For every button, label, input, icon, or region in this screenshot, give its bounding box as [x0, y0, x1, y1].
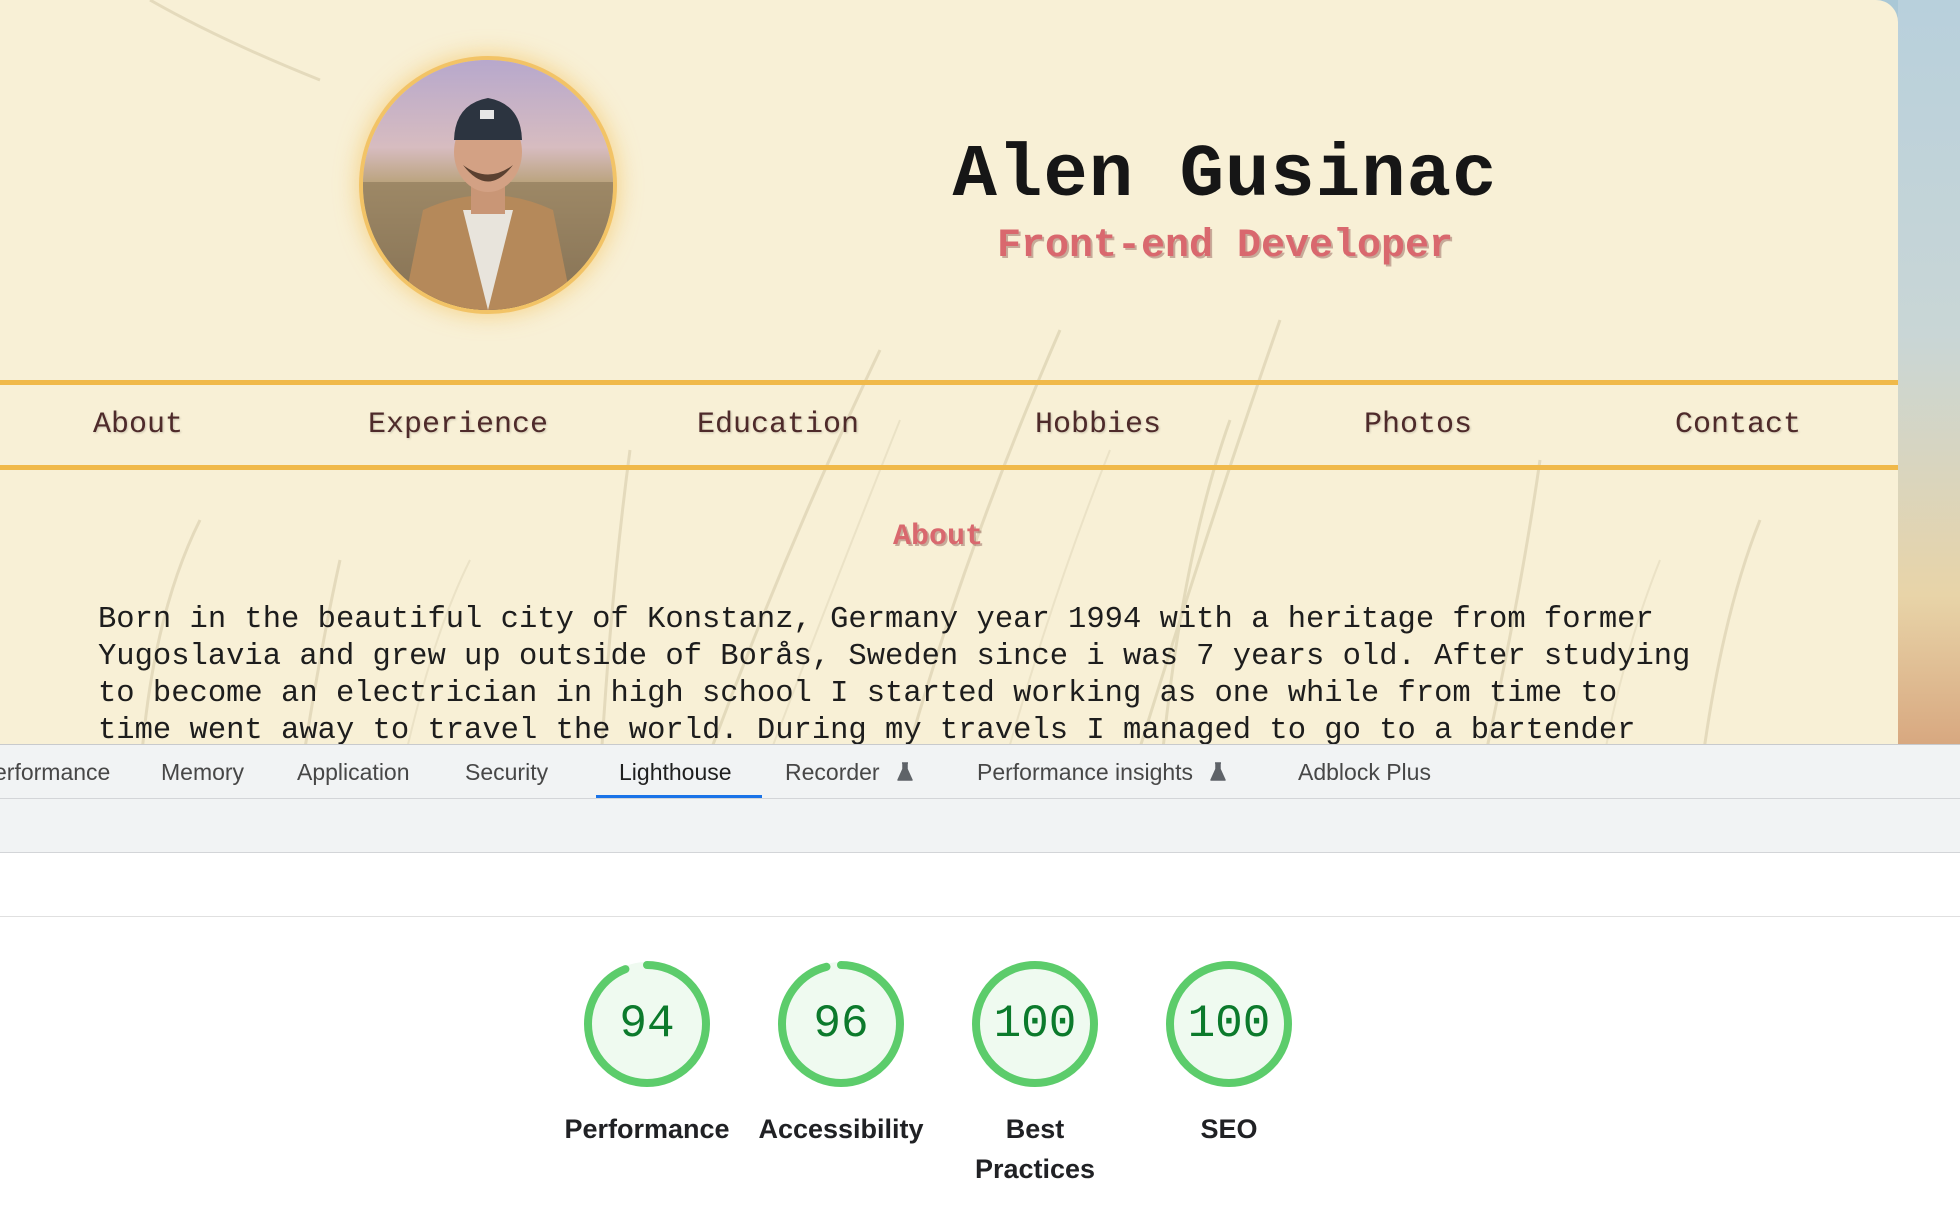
web-page-viewport: Alen Gusinac Front-end Developer About E… [0, 0, 1960, 744]
score-gauge-seo[interactable]: 100 SEO [1144, 957, 1314, 1149]
score-label: SEO [1200, 1114, 1258, 1144]
about-paragraph: Born in the beautiful city of Konstanz, … [98, 603, 1691, 744]
gauge-ring: 96 [774, 957, 908, 1091]
score-value: 96 [813, 998, 869, 1050]
nav-link-hobbies[interactable]: Hobbies [938, 385, 1258, 465]
lighthouse-report-url-bar [0, 853, 1960, 917]
tab-memory[interactable]: Memory [161, 745, 244, 799]
site-owner-name: Alen Gusinac [952, 134, 1498, 218]
site-card: Alen Gusinac Front-end Developer About E… [0, 0, 1898, 744]
site-navigation: About Experience Education Hobbies Photo… [0, 380, 1898, 470]
tab-performance-insights[interactable]: Performance insights [977, 745, 1227, 799]
tab-lighthouse[interactable]: Lighthouse [619, 745, 732, 799]
lighthouse-toolbar [0, 799, 1960, 853]
nav-link-photos[interactable]: Photos [1258, 385, 1578, 465]
score-label: Performance [564, 1114, 730, 1144]
screen: Alen Gusinac Front-end Developer About E… [0, 0, 1960, 1226]
score-gauge-best-practices[interactable]: 100 Best Practices [950, 957, 1120, 1189]
gauge-ring: 100 [968, 957, 1102, 1091]
score-value: 100 [993, 998, 1077, 1050]
devtools-panel: erformance Memory Application Security L… [0, 744, 1960, 1226]
gauge-ring: 100 [1162, 957, 1296, 1091]
nav-link-contact[interactable]: Contact [1578, 385, 1898, 465]
tab-performance[interactable]: erformance [0, 745, 110, 799]
score-label: Accessibility [758, 1114, 924, 1144]
tab-security[interactable]: Security [465, 745, 548, 799]
nav-link-education[interactable]: Education [618, 385, 938, 465]
gauge-ring: 94 [580, 957, 714, 1091]
profile-avatar [363, 60, 613, 310]
score-gauge-accessibility[interactable]: 96 Accessibility [756, 957, 926, 1149]
nav-link-experience[interactable]: Experience [298, 385, 618, 465]
site-owner-role: Front-end Developer [996, 224, 1454, 269]
flask-icon [897, 762, 913, 781]
score-value: 94 [619, 998, 675, 1050]
score-label: Best Practices [974, 1114, 1096, 1184]
devtools-tab-bar: erformance Memory Application Security L… [0, 745, 1960, 799]
about-heading: About [892, 520, 983, 554]
tab-performance-insights-label: Performance insights [977, 759, 1194, 785]
tab-adblock-plus[interactable]: Adblock Plus [1298, 745, 1431, 799]
page-background-photo [1898, 0, 1960, 744]
score-gauge-performance[interactable]: 94 Performance [562, 957, 732, 1149]
score-value: 100 [1187, 998, 1271, 1050]
flask-icon [1210, 762, 1227, 781]
tab-application[interactable]: Application [297, 745, 410, 799]
tab-recorder[interactable]: Recorder [785, 745, 914, 799]
tab-recorder-label: Recorder [785, 759, 880, 785]
nav-link-about[interactable]: About [0, 385, 298, 465]
active-tab-indicator [596, 795, 762, 798]
